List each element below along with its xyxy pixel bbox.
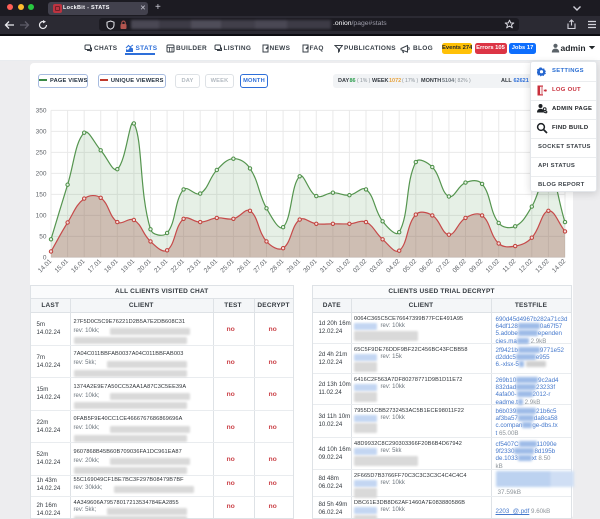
svg-text:09.02: 09.02 xyxy=(468,258,485,275)
svg-text:18.01: 18.01 xyxy=(103,258,120,275)
svg-text:25.01: 25.01 xyxy=(219,258,236,275)
svg-text:13.02: 13.02 xyxy=(534,258,551,275)
svg-text:01.02: 01.02 xyxy=(335,258,352,275)
svg-text:300: 300 xyxy=(36,129,47,136)
svg-text:15.01: 15.01 xyxy=(54,258,71,275)
svg-text:29.01: 29.01 xyxy=(286,258,303,275)
svg-text:350: 350 xyxy=(36,108,47,115)
svg-text:16.01: 16.01 xyxy=(70,258,87,275)
svg-text:10.02: 10.02 xyxy=(485,258,502,275)
svg-text:23.01: 23.01 xyxy=(186,258,203,275)
svg-text:12.02: 12.02 xyxy=(518,258,535,275)
svg-text:28.01: 28.01 xyxy=(269,258,286,275)
svg-text:50: 50 xyxy=(39,234,47,241)
svg-text:14.02: 14.02 xyxy=(551,258,568,275)
svg-text:31.01: 31.01 xyxy=(319,258,336,275)
svg-text:150: 150 xyxy=(36,192,47,199)
svg-text:30.01: 30.01 xyxy=(302,258,319,275)
svg-text:11.02: 11.02 xyxy=(501,258,517,274)
svg-text:04.02: 04.02 xyxy=(385,258,402,275)
svg-text:02.02: 02.02 xyxy=(352,258,369,275)
svg-text:250: 250 xyxy=(36,150,47,157)
svg-text:22.01: 22.01 xyxy=(170,258,187,275)
svg-text:21.01: 21.01 xyxy=(153,258,170,275)
svg-text:19.01: 19.01 xyxy=(120,258,137,275)
svg-text:20.01: 20.01 xyxy=(136,258,153,275)
svg-text:26.01: 26.01 xyxy=(236,258,253,275)
svg-text:200: 200 xyxy=(36,171,47,178)
svg-text:27.01: 27.01 xyxy=(252,258,269,275)
svg-text:100: 100 xyxy=(36,213,47,220)
svg-text:24.01: 24.01 xyxy=(203,258,220,275)
svg-text:08.02: 08.02 xyxy=(451,258,468,275)
svg-text:14.01: 14.01 xyxy=(37,258,54,275)
svg-text:03.02: 03.02 xyxy=(369,258,386,275)
svg-text:05.02: 05.02 xyxy=(402,258,419,275)
svg-text:07.02: 07.02 xyxy=(435,258,452,275)
svg-text:06.02: 06.02 xyxy=(418,258,435,275)
svg-text:17.01: 17.01 xyxy=(87,258,104,275)
